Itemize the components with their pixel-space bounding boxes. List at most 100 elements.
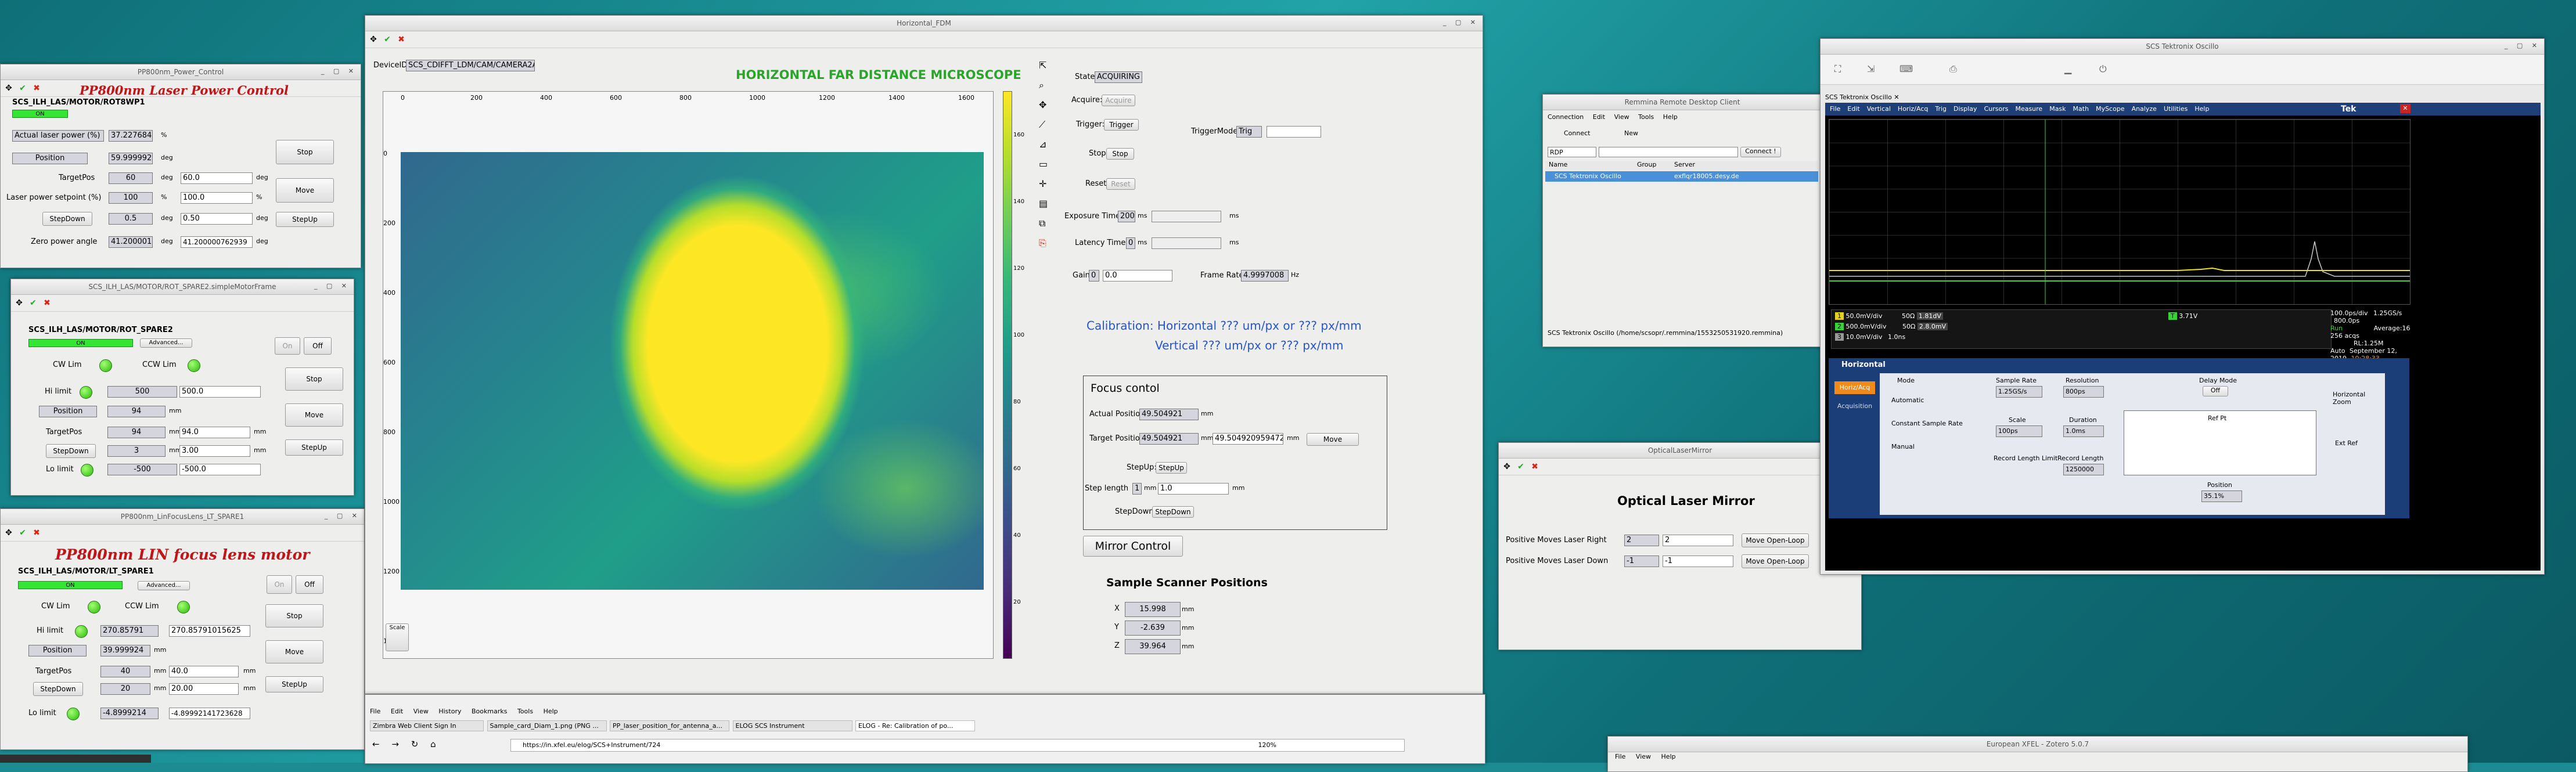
ch2-readout[interactable]: 2 500.0mV/div 50Ω 2.8.0mV <box>1835 323 1948 330</box>
gain-input[interactable]: 0.0 <box>1103 270 1172 282</box>
step-input[interactable]: 3.00 <box>179 445 250 457</box>
roi-icon[interactable]: ▭ <box>1039 158 1048 169</box>
horiz-acq-tab[interactable]: Horiz/Acq <box>1834 381 1875 394</box>
close-icon[interactable]: ✖ <box>397 35 406 44</box>
tek-menu-item[interactable]: Utilities <box>2164 105 2188 113</box>
stepup-button[interactable]: StepUp <box>285 439 343 456</box>
stop-button[interactable]: Stop <box>276 140 334 164</box>
setpoint-input[interactable]: 100.0 <box>181 192 253 204</box>
stepdown-button[interactable]: StepDown <box>33 682 83 696</box>
tek-menu-item[interactable]: Analyze <box>2132 105 2157 113</box>
tek-menu-item[interactable]: Vertical <box>1867 105 1891 113</box>
colormap-icon[interactable]: ▤ <box>1039 198 1048 209</box>
tek-menu-item[interactable]: MyScope <box>2096 105 2125 113</box>
check-icon[interactable]: ✔ <box>28 298 38 308</box>
tek-menu-item[interactable]: Edit <box>1847 105 1859 113</box>
move-open-loop-down-button[interactable]: Move Open-Loop <box>1742 554 1809 568</box>
tek-menu-item[interactable]: Cursors <box>1984 105 2009 113</box>
stepup-button[interactable]: StepUp <box>276 212 334 227</box>
mirror-title-bar[interactable]: OpticalLaserMirror <box>1499 443 1861 459</box>
mode-constant[interactable]: Constant Sample Rate <box>1891 420 1963 427</box>
off-button[interactable]: Off <box>304 337 332 355</box>
move-button[interactable]: Move <box>265 640 323 663</box>
zoom-icon[interactable]: ⌕ <box>1039 80 1044 91</box>
close-icon[interactable]: ✖ <box>1530 462 1539 471</box>
lin-title-bar[interactable]: PP800nm_LinFocusLens_LT_SPARE1 _ ▢ ✕ <box>1 509 364 525</box>
advanced-button[interactable]: Advanced... <box>138 581 190 590</box>
move-icon[interactable]: ✥ <box>1502 462 1512 471</box>
col-server[interactable]: Server <box>1674 161 1695 168</box>
check-icon[interactable]: ✔ <box>383 35 392 44</box>
acq-readout[interactable]: 100.0ps/div 1.25GS/s 800.0ps Run Average… <box>2330 309 2412 362</box>
browser-tab[interactable]: PP_laser_position_for_antenna_a... <box>610 720 729 731</box>
zoom-level[interactable]: 120% <box>1258 739 1276 751</box>
fdm-title-bar[interactable]: Horizontal_FDM _ ▢ ✕ <box>365 16 1483 31</box>
ch1-readout[interactable]: 1 50.0mV/div 50Ω 1.81dV <box>1835 312 1943 320</box>
mode-auto[interactable]: Automatic <box>1891 396 1924 404</box>
stepdown-button[interactable]: StepDown <box>1152 506 1194 518</box>
remote-screen[interactable]: File Edit Vertical Horiz/Acq Trig Display Curs… <box>1825 103 2541 571</box>
hi-limit-input[interactable]: 270.85791015625 <box>169 625 250 637</box>
move-icon[interactable]: ✥ <box>15 298 24 308</box>
camera-icon[interactable]: ⧉ <box>1039 218 1045 229</box>
tek-menu-item[interactable]: File <box>1830 105 1840 113</box>
stepup-button[interactable]: StepUp <box>265 676 323 692</box>
back-icon[interactable]: ← <box>372 739 380 749</box>
target-input[interactable]: 60.0 <box>181 172 253 184</box>
close-icon[interactable]: ✖ <box>32 528 41 537</box>
crosshair-icon[interactable]: ✛ <box>1039 178 1046 189</box>
close-icon[interactable]: ✖ <box>42 298 52 308</box>
rot-title-bar[interactable]: SCS_ILH_LAS/MOTOR/ROT_SPARE2.simpleMotor… <box>11 279 354 295</box>
position-value[interactable]: 35.1% <box>2201 490 2242 502</box>
mode-manual[interactable]: Manual <box>1891 443 1915 450</box>
down-input[interactable]: -1 <box>1663 555 1733 567</box>
menu-bookmarks[interactable]: Bookmarks <box>472 708 507 715</box>
menu-help[interactable]: Help <box>1663 113 1678 121</box>
new-button[interactable]: New <box>1624 129 1638 137</box>
sample-rate-value[interactable]: 1.25GS/s <box>1996 386 2042 398</box>
step-input[interactable]: 0.50 <box>181 213 253 225</box>
step-length-input[interactable]: 1.0 <box>1158 483 1229 495</box>
step-input[interactable]: 20.00 <box>169 683 239 695</box>
menu-connection[interactable]: Connection <box>1548 113 1584 121</box>
lo-limit-input[interactable]: -4.89992141723628 <box>169 708 250 719</box>
menu-view[interactable]: View <box>1636 753 1651 760</box>
forward-icon[interactable]: → <box>391 739 399 749</box>
move-icon[interactable]: ✥ <box>369 35 378 44</box>
move-button[interactable]: Move <box>1307 433 1359 446</box>
move-button[interactable]: Move <box>285 403 343 427</box>
move-icon[interactable]: ✥ <box>4 84 13 93</box>
stop-button[interactable]: Stop <box>265 604 323 627</box>
scale-icon[interactable]: ⇲ <box>1867 63 1875 74</box>
browser-tab-active[interactable]: ELOG - Re: Calibration of po... <box>855 720 975 731</box>
url-bar[interactable]: https://in.xfel.eu/elog/SCS+Instrument/7… <box>510 739 1405 752</box>
connection-row[interactable]: SCS Tektronix Oscillo exflqr18005.desy.d… <box>1545 171 1818 182</box>
menu-help[interactable]: Help <box>1661 753 1676 760</box>
browser-tab[interactable]: Sample_card_Diam_1.png (PNG ... <box>487 720 607 731</box>
tek-menu-item[interactable]: Trig <box>1935 105 1947 113</box>
pdf-icon[interactable]: ⎘ <box>1039 237 1046 249</box>
check-icon[interactable]: ✔ <box>18 84 27 93</box>
line-tool-icon[interactable]: ⟋ <box>1039 119 1045 131</box>
stepdown-button[interactable]: StepDown <box>46 444 96 458</box>
trigger-readout[interactable]: T 3.71V <box>2168 312 2197 320</box>
scale-value[interactable]: 100ps <box>1996 425 2042 437</box>
on-button[interactable]: On <box>267 575 292 594</box>
menu-history[interactable]: History <box>438 708 461 715</box>
screenshot-icon[interactable]: ⎙ <box>1949 63 1957 75</box>
menu-edit[interactable]: Edit <box>1593 113 1605 121</box>
menu-tools[interactable]: Tools <box>1638 113 1654 121</box>
camera-image-plot[interactable]: 0 200 400 600 800 1000 1200 1400 1600 0 … <box>383 91 994 659</box>
mirror-control-button[interactable]: Mirror Control <box>1083 536 1183 557</box>
acquire-button[interactable]: Acquire <box>1102 95 1135 106</box>
window-controls[interactable]: _ ▢ ✕ <box>325 512 361 520</box>
disconnect-icon[interactable]: ⏻ <box>2099 63 2107 75</box>
target-input[interactable]: 94.0 <box>179 427 250 438</box>
reset-button[interactable]: Reset <box>1106 178 1135 190</box>
latency-input[interactable] <box>1152 237 1221 249</box>
delay-mode-button[interactable]: Off <box>2203 386 2228 396</box>
trigger-button[interactable]: Trigger <box>1104 119 1139 131</box>
menu-file[interactable]: File <box>1615 753 1625 760</box>
laser-title-bar[interactable]: PP800nm_Power_Control _ ▢ ✕ <box>1 64 361 80</box>
move-icon[interactable]: ✥ <box>4 528 13 537</box>
